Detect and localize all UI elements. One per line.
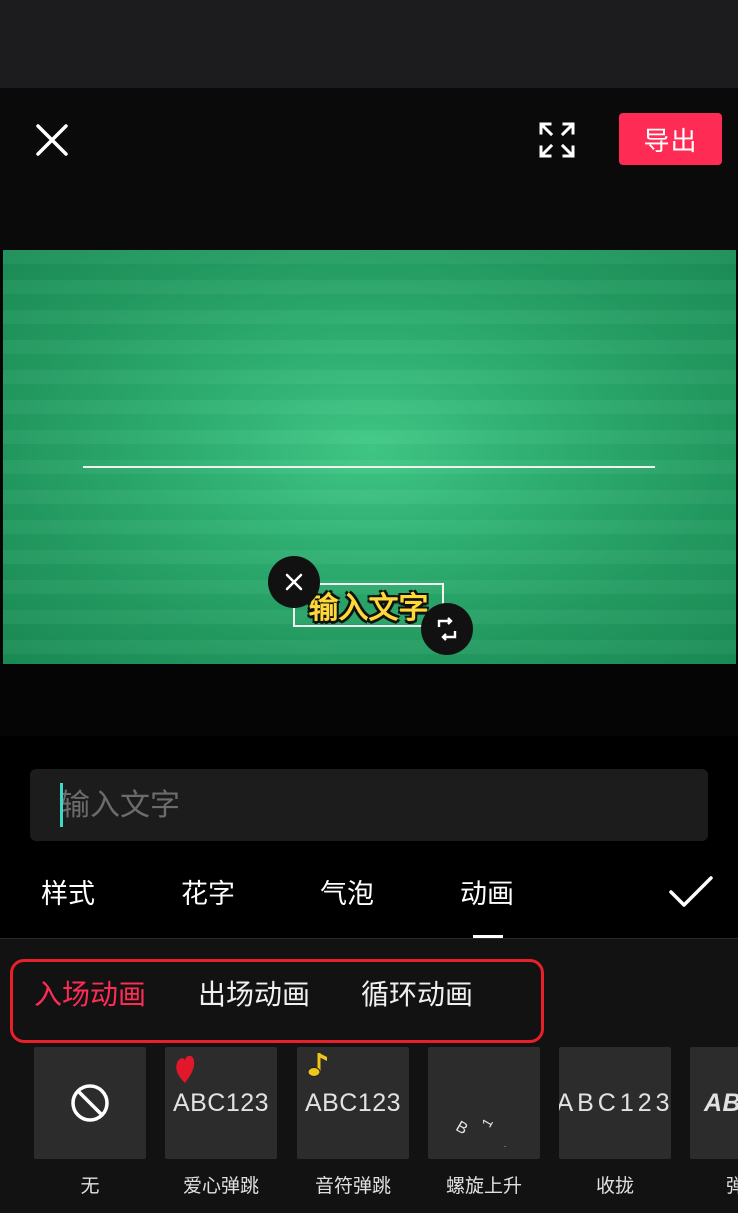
effect-item-bounce[interactable]: ABC 弹 xyxy=(690,1047,738,1198)
effect-item-heart-bounce[interactable]: ABC123 爱心弹跳 xyxy=(165,1047,277,1198)
effect-name: 爱心弹跳 xyxy=(182,1175,259,1197)
effect-thumbnail xyxy=(34,1047,146,1159)
check-icon xyxy=(669,876,713,907)
rotate-sticker-icon xyxy=(437,617,457,641)
video-canvas[interactable]: 输入文字 xyxy=(3,250,736,664)
svg-text:1: 1 xyxy=(478,1115,496,1130)
text-caret xyxy=(60,783,63,827)
effect-name: 音符弹跳 xyxy=(314,1175,391,1197)
effect-name: 螺旋上升 xyxy=(445,1175,522,1197)
divider-line xyxy=(83,466,655,468)
effect-thumb-text: ABC xyxy=(704,1088,738,1117)
delete-sticker-button[interactable] xyxy=(268,556,320,608)
effect-item-note-bounce[interactable]: ABC123 音符弹跳 xyxy=(297,1047,409,1198)
effect-thumbnail: ABC123 xyxy=(165,1047,277,1159)
close-icon xyxy=(36,124,68,156)
effect-item-none[interactable]: 无 xyxy=(34,1047,146,1198)
no-symbol-icon xyxy=(71,1084,109,1122)
animation-type-in[interactable]: 入场动画 xyxy=(34,973,146,1013)
effect-thumbnail: ABC123 xyxy=(559,1047,671,1159)
tab-animation[interactable]: 动画 xyxy=(460,872,514,911)
svg-text:.: . xyxy=(504,1140,506,1149)
effect-thumb-text: ABC123 xyxy=(304,1088,402,1117)
text-input[interactable] xyxy=(30,769,708,841)
effect-name: 无 xyxy=(80,1175,100,1197)
fullscreen-button[interactable] xyxy=(538,121,576,159)
rotate-sticker-button[interactable] xyxy=(421,603,473,655)
effect-thumbnail: B 1 . xyxy=(428,1047,540,1159)
effect-item-spiral-rise[interactable]: B 1 . 螺旋上升 xyxy=(428,1047,540,1198)
tab-bubble[interactable]: 气泡 xyxy=(320,872,374,911)
effect-name: 弹 xyxy=(690,1171,738,1198)
effect-thumb-text: ABC123 xyxy=(172,1088,270,1117)
text-sticker: 输入文字 xyxy=(308,591,429,626)
spiral-letters-icon: B 1 . xyxy=(453,1115,506,1149)
effect-thumbnail: ABC xyxy=(690,1047,738,1159)
confirm-button[interactable] xyxy=(666,872,716,912)
effect-name: 收拢 xyxy=(595,1175,634,1197)
fullscreen-icon xyxy=(539,122,575,158)
preview-area: 输入文字 xyxy=(0,250,738,736)
tab-fancy-text[interactable]: 花字 xyxy=(181,872,235,911)
animation-panel: 入场动画 出场动画 循环动画 无 ABC123 爱心弹跳 ABC123 音符弹跳… xyxy=(0,938,738,1213)
music-note-icon xyxy=(307,1053,327,1077)
effect-thumb-text: ABC123 xyxy=(559,1088,671,1117)
animation-type-out[interactable]: 出场动画 xyxy=(198,973,310,1013)
svg-text:B: B xyxy=(453,1118,471,1138)
delete-sticker-icon xyxy=(285,573,303,591)
export-button[interactable]: 导出 xyxy=(619,113,722,165)
heart-icon xyxy=(176,1055,195,1083)
effect-thumbnail: ABC123 xyxy=(297,1047,409,1159)
status-bar xyxy=(0,0,738,88)
tab-style[interactable]: 样式 xyxy=(41,872,95,911)
animation-type-loop[interactable]: 循环动画 xyxy=(361,973,473,1013)
effect-list: 无 ABC123 爱心弹跳 ABC123 音符弹跳 B 1 . 螺旋上升 ABC… xyxy=(0,1047,738,1213)
effect-item-gather[interactable]: ABC123 收拢 xyxy=(559,1047,671,1198)
text-input-row xyxy=(0,736,738,856)
tab-bar: 样式 花字 气泡 动画 xyxy=(0,856,738,939)
top-toolbar: 导出 xyxy=(0,88,738,250)
close-button[interactable] xyxy=(30,118,74,162)
